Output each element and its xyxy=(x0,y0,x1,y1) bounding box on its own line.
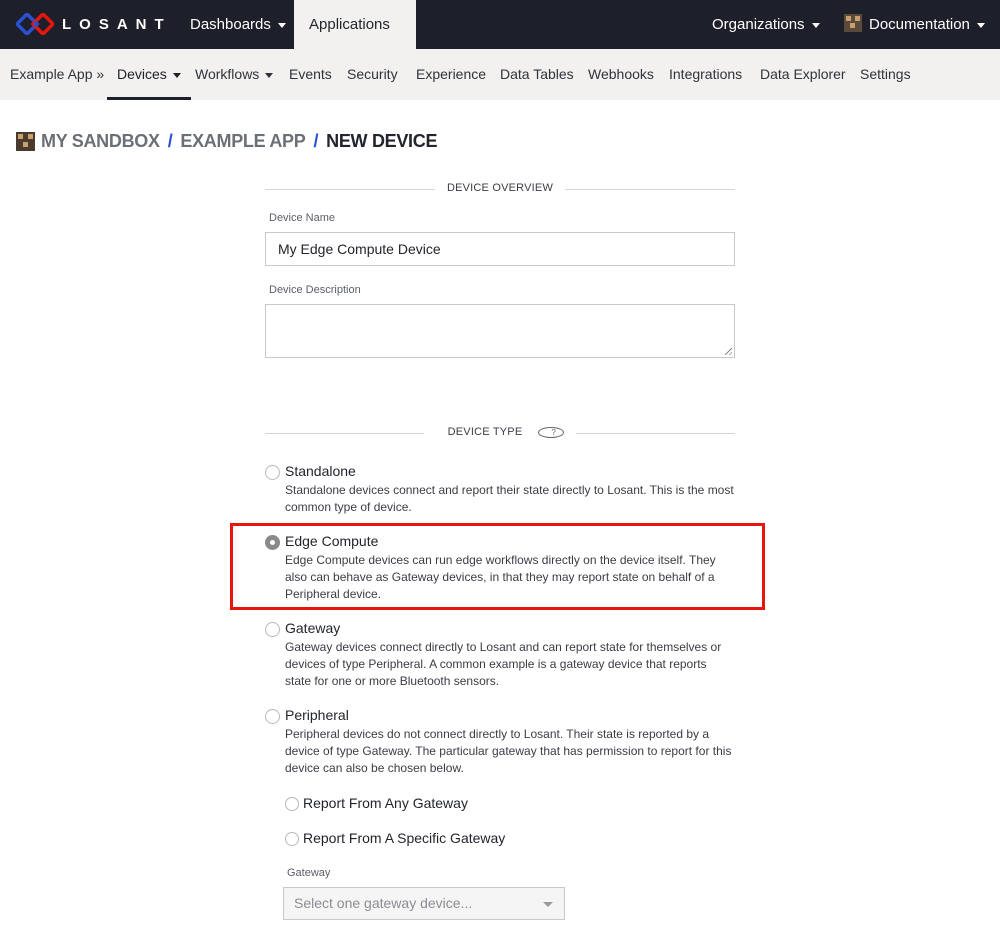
report-specific-gateway-label: Report From A Specific Gateway xyxy=(303,830,506,846)
device-type-title: DEVICE TYPE xyxy=(435,426,535,438)
gateway-select-label: Gateway xyxy=(287,867,331,879)
radio-gateway[interactable] xyxy=(265,622,280,637)
subnav-workflows[interactable]: Workflows xyxy=(195,49,274,100)
standalone-title: Standalone xyxy=(285,463,356,479)
top-navbar: LOSANT Dashboards Applications Organizat… xyxy=(0,0,1000,77)
chevron-down-icon xyxy=(277,22,286,28)
subnav-example-app[interactable]: Example App » xyxy=(10,49,104,100)
breadcrumb-separator: / xyxy=(167,130,173,151)
report-any-gateway-label: Report From Any Gateway xyxy=(303,795,468,811)
resize-grip-icon[interactable] xyxy=(725,348,732,355)
subnav-experience[interactable]: Experience xyxy=(416,49,486,100)
nav-dashboards-label: Dashboards xyxy=(190,16,271,33)
subnav-webhooks[interactable]: Webhooks xyxy=(588,49,654,100)
subnav-settings[interactable]: Settings xyxy=(860,49,911,100)
device-description-label: Device Description xyxy=(269,284,361,296)
device-description-textarea[interactable] xyxy=(265,304,735,358)
nav-organizations-dropdown[interactable]: Organizations xyxy=(712,0,820,49)
gateway-select[interactable]: Select one gateway device... xyxy=(283,887,565,920)
subnav-security[interactable]: Security xyxy=(347,49,398,100)
subnav-data-tables[interactable]: Data Tables xyxy=(500,49,574,100)
breadcrumb-sandbox[interactable]: MY SANDBOX xyxy=(41,131,160,152)
chevron-down-icon xyxy=(265,72,274,78)
subnav-devices-label: Devices xyxy=(117,66,167,82)
standalone-description: Standalone devices connect and report th… xyxy=(285,483,734,514)
subnav-events[interactable]: Events xyxy=(289,49,332,100)
peripheral-title: Peripheral xyxy=(285,707,349,723)
logo-text: LOSANT xyxy=(62,15,172,33)
subnav-workflows-label: Workflows xyxy=(195,66,260,82)
highlight-box xyxy=(230,523,765,610)
sandbox-avatar xyxy=(16,131,35,151)
radio-standalone[interactable] xyxy=(265,465,280,480)
gateway-select-placeholder: Select one gateway device... xyxy=(294,895,473,911)
device-overview-title: DEVICE OVERVIEW xyxy=(434,182,566,194)
breadcrumb-new-device: NEW DEVICE xyxy=(326,130,438,151)
device-name-input[interactable] xyxy=(265,232,735,266)
breadcrumb-separator: / xyxy=(313,130,319,151)
device-type-gateway[interactable]: Gateway Gateway devices connect directly… xyxy=(265,620,735,690)
chevron-down-icon xyxy=(976,22,985,28)
device-type-heading: DEVICE TYPE? xyxy=(265,426,735,440)
chevron-down-icon xyxy=(811,22,820,28)
chevron-down-icon xyxy=(172,72,181,78)
device-overview-heading: DEVICE OVERVIEW xyxy=(265,182,735,196)
nav-documentation-label: Documentation xyxy=(869,16,970,33)
chevron-down-icon xyxy=(543,902,553,907)
app-subnav: Example App » Devices Workflows Events S… xyxy=(0,49,1000,100)
subnav-data-explorer[interactable]: Data Explorer xyxy=(760,49,846,100)
user-avatar xyxy=(844,14,862,32)
nav-dashboards-dropdown[interactable]: Dashboards xyxy=(190,0,286,49)
losant-logo-icon xyxy=(16,13,54,35)
nav-applications-label: Applications xyxy=(309,16,390,33)
nav-organizations-label: Organizations xyxy=(712,16,805,33)
gateway-description: Gateway devices connect directly to Losa… xyxy=(285,640,722,688)
subnav-integrations[interactable]: Integrations xyxy=(669,49,742,100)
radio-report-any-gateway[interactable] xyxy=(285,797,299,811)
gateway-title: Gateway xyxy=(285,620,341,636)
breadcrumb-example-app[interactable]: EXAMPLE APP xyxy=(180,131,305,152)
radio-report-specific-gateway[interactable] xyxy=(285,832,299,846)
breadcrumb: MY SANDBOX / EXAMPLE APP / NEW DEVICE xyxy=(16,130,437,152)
device-type-standalone[interactable]: Standalone Standalone devices connect an… xyxy=(265,463,735,518)
peripheral-description: Peripheral devices do not connect direct… xyxy=(285,727,732,775)
nav-documentation-dropdown[interactable]: Documentation xyxy=(844,0,985,49)
device-type-peripheral[interactable]: Peripheral Peripheral devices do not con… xyxy=(265,707,735,777)
nav-applications-dropdown[interactable]: Applications xyxy=(294,0,416,77)
losant-logo[interactable]: LOSANT xyxy=(16,13,172,35)
help-circle-icon[interactable]: ? xyxy=(538,427,565,438)
device-name-label: Device Name xyxy=(269,212,336,224)
radio-peripheral[interactable] xyxy=(265,709,280,724)
subnav-devices[interactable]: Devices xyxy=(107,49,191,100)
